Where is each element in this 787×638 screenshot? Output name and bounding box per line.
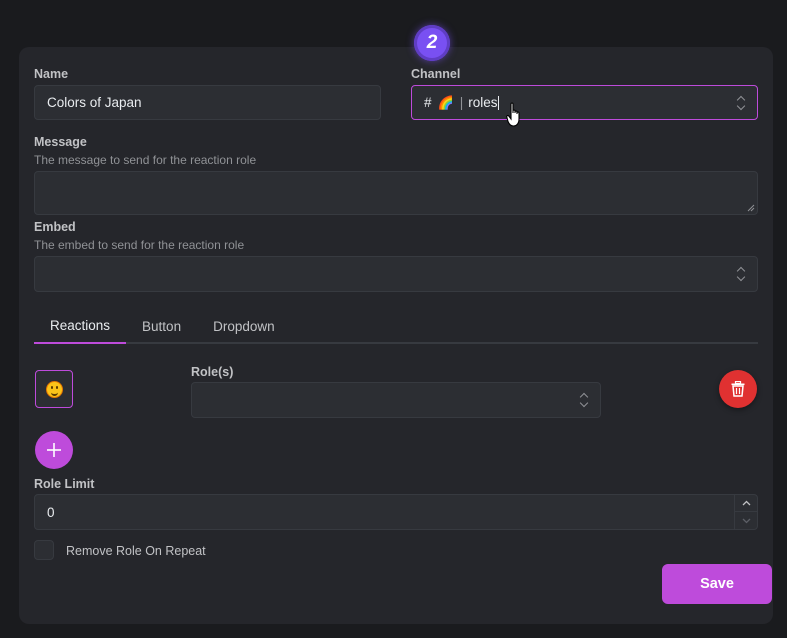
name-label: Name xyxy=(34,67,69,81)
resize-handle-icon[interactable] xyxy=(747,204,755,212)
message-description: The message to send for the reaction rol… xyxy=(34,153,257,167)
chevron-updown-icon xyxy=(737,267,745,281)
increment-button[interactable] xyxy=(735,495,757,512)
tab-reactions[interactable]: Reactions xyxy=(34,309,127,344)
hand-cursor-icon xyxy=(506,102,520,127)
remove-role-label: Remove Role On Repeat xyxy=(66,544,206,558)
channel-value: roles xyxy=(468,95,498,110)
chevron-up-icon xyxy=(742,500,750,506)
name-input[interactable]: Colors of Japan xyxy=(34,85,381,120)
name-value: Colors of Japan xyxy=(47,95,142,110)
role-limit-input[interactable]: 0 xyxy=(34,494,758,530)
chevron-updown-icon xyxy=(737,96,745,110)
message-label: Message xyxy=(34,135,87,149)
embed-label: Embed xyxy=(34,220,76,234)
rainbow-icon: 🌈 xyxy=(437,94,454,110)
trash-icon xyxy=(731,381,745,397)
role-limit-label: Role Limit xyxy=(34,477,95,491)
plus-icon xyxy=(47,443,61,457)
message-textarea[interactable] xyxy=(34,171,758,215)
embed-description: The embed to send for the reaction role xyxy=(34,238,245,252)
step-badge: 2 xyxy=(414,25,450,61)
remove-role-checkbox[interactable] xyxy=(34,540,54,560)
channel-select[interactable]: # 🌈 | roles xyxy=(411,85,758,120)
emoji-picker-button[interactable] xyxy=(35,370,73,408)
channel-hash: # xyxy=(424,95,432,110)
channel-separator: | xyxy=(459,95,464,110)
save-button[interactable]: Save xyxy=(662,564,772,604)
chevron-down-icon xyxy=(742,518,750,523)
roles-select[interactable] xyxy=(191,382,601,418)
smiley-icon xyxy=(45,380,63,398)
chevron-updown-icon xyxy=(580,393,588,407)
tab-dropdown[interactable]: Dropdown xyxy=(197,309,291,344)
text-caret xyxy=(498,95,500,110)
delete-reaction-button[interactable] xyxy=(719,370,757,408)
decrement-button[interactable] xyxy=(735,512,757,529)
add-reaction-button[interactable] xyxy=(35,431,73,469)
embed-select[interactable] xyxy=(34,256,758,292)
role-limit-value: 0 xyxy=(47,504,55,520)
number-stepper xyxy=(734,495,757,529)
channel-label: Channel xyxy=(411,67,461,81)
tab-button[interactable]: Button xyxy=(126,309,197,344)
tab-list: Reactions Button Dropdown xyxy=(34,309,758,344)
roles-label: Role(s) xyxy=(191,365,234,379)
